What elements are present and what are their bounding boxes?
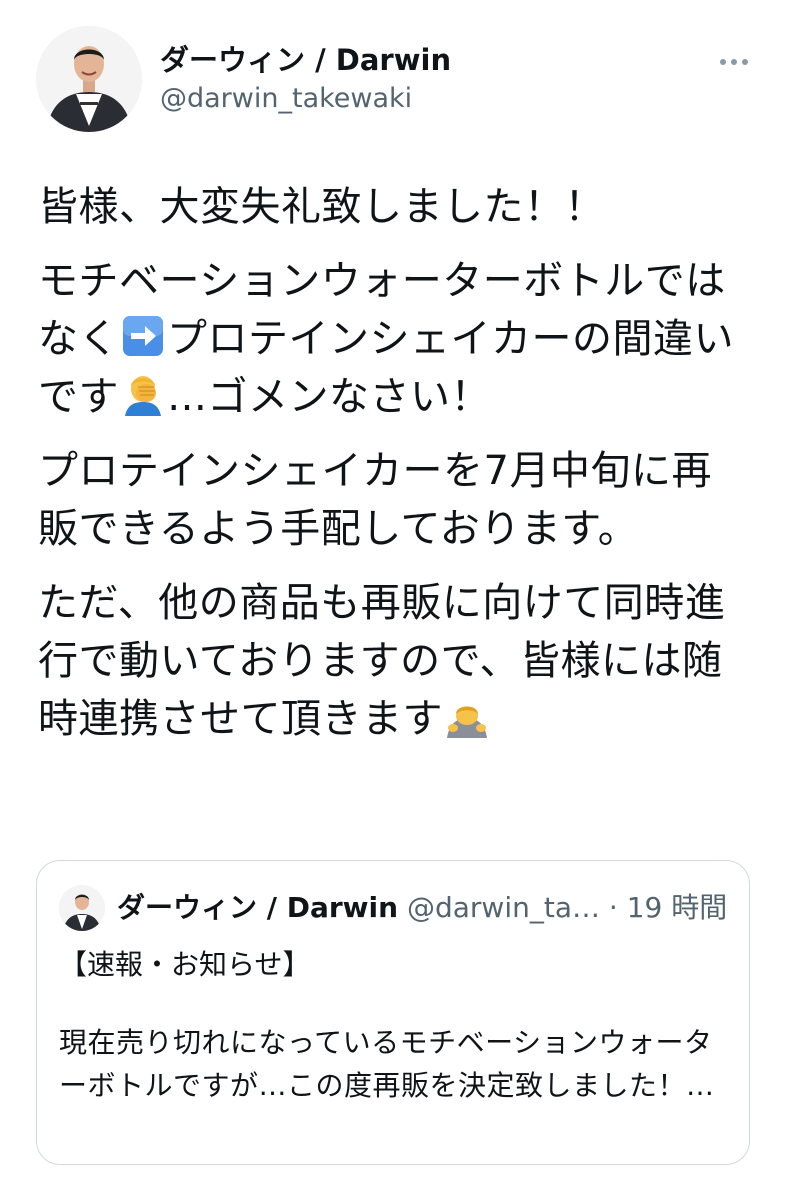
tweet-paragraph-3: プロテインシェイカーを7月中旬に再販できるよう手配しております。 bbox=[38, 442, 748, 558]
author-handle[interactable]: @darwin_takewaki bbox=[160, 82, 412, 116]
quoted-tweet-header: ダーウィン / Darwin @darwin_ta… · 19 時間 bbox=[117, 889, 727, 927]
tweet-paragraph-4: ただ、他の商品も再販に向けて同時進行で動いておりますので、皆様には随時連携させて… bbox=[38, 574, 748, 748]
quoted-author-handle[interactable]: @darwin_ta… bbox=[407, 891, 600, 924]
tweet-text-segment: プロテインシェイカーを7月中旬に再販できるよう手配しております。 bbox=[38, 448, 712, 552]
quoted-tweet-card[interactable]: ダーウィン / Darwin @darwin_ta… · 19 時間 【速報・お… bbox=[36, 860, 750, 1165]
right-arrow-emoji-icon bbox=[123, 316, 163, 356]
quoted-author-avatar[interactable] bbox=[59, 885, 105, 931]
tweet-header: ダーウィン / Darwin @darwin_takewaki bbox=[0, 0, 786, 150]
quoted-author-display-name[interactable]: ダーウィン / Darwin bbox=[117, 891, 398, 924]
bowing-emoji-icon bbox=[447, 706, 487, 738]
tweet-paragraph-2: モチベーションウォーターボトルではなく プロテインシェイカーの間違いです …ゴメ… bbox=[38, 252, 748, 426]
more-dots-icon[interactable] bbox=[710, 48, 758, 76]
facepalm-emoji-icon bbox=[125, 376, 161, 416]
tweet-text-segment: …ゴメンなさい！ bbox=[167, 374, 491, 420]
quoted-tweet-body: 現在売り切れになっているモチベーションウォーターボトルですが…この度再販を決定致… bbox=[59, 1026, 715, 1102]
author-display-name[interactable]: ダーウィン / Darwin bbox=[160, 42, 451, 78]
quoted-separator: · bbox=[608, 891, 618, 924]
tweet-text-segment: 皆様、大変失礼致しました！！ bbox=[38, 184, 605, 230]
tweet-text: 皆様、大変失礼致しました！！ モチベーションウォーターボトルではなく プロテイン… bbox=[38, 178, 748, 764]
author-avatar[interactable] bbox=[36, 26, 142, 132]
tweet-text-segment: ただ、他の商品も再販に向けて同時進行で動いておりますので、皆様には随時連携させて… bbox=[38, 580, 726, 742]
tweet-paragraph-1: 皆様、大変失礼致しました！！ bbox=[38, 178, 748, 236]
quoted-timestamp[interactable]: 19 時間 bbox=[627, 891, 728, 924]
dot bbox=[742, 59, 748, 65]
dot bbox=[731, 59, 737, 65]
dot bbox=[720, 59, 726, 65]
quoted-tweet-label: 【速報・お知らせ】 bbox=[59, 948, 311, 981]
